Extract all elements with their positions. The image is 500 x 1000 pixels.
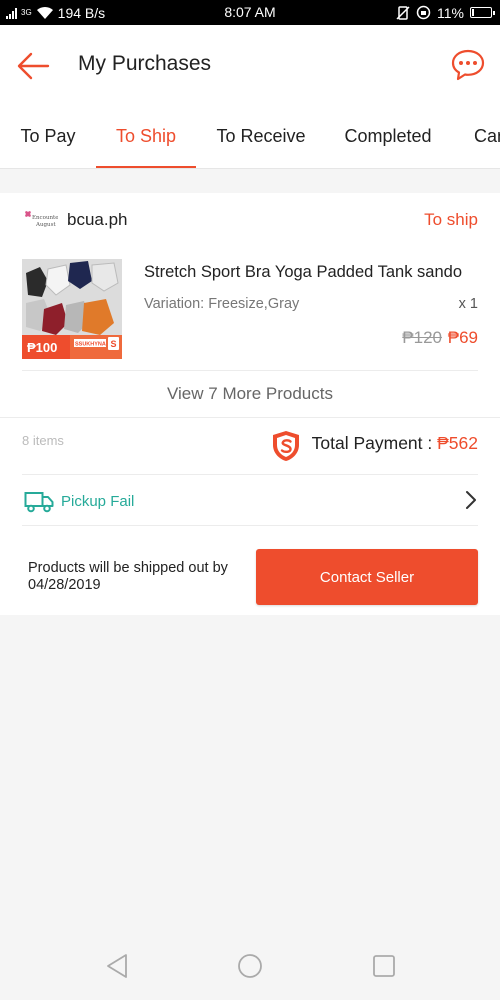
battery-icon [470, 7, 495, 18]
total-payment-amount: ₱562 [437, 433, 478, 453]
items-count: 8 items [22, 433, 64, 448]
total-payment-label: Total Payment : [311, 433, 438, 453]
price-current: ₱69 [447, 328, 478, 347]
shop-logo-line2: August [35, 222, 56, 228]
rotation-lock-icon [416, 5, 431, 20]
back-arrow-icon[interactable] [16, 48, 52, 84]
tab-cancelled[interactable]: Cancelled [474, 105, 500, 168]
status-bar: 3G 194 B/s 8:07 AM 11% [0, 0, 500, 25]
order-card[interactable]: Encounter August bcua.ph To ship ₱100 SS… [0, 193, 500, 615]
total-payment: Total Payment : ₱562 [312, 433, 478, 454]
page-title: My Purchases [78, 52, 212, 75]
shop-logo: Encounter August [25, 211, 58, 228]
product-photo: ₱100 SSUKHYNA S [22, 259, 122, 359]
thumb-badge-code: SSUKHYNA [75, 342, 106, 348]
order-status-label: To ship [424, 210, 478, 229]
nav-home-icon[interactable] [236, 952, 264, 980]
tab-completed[interactable]: Completed [334, 105, 442, 168]
ship-by-note: Products will be shipped out by 04/28/20… [28, 560, 228, 593]
vibrate-icon [396, 5, 410, 20]
shop-name[interactable]: bcua.ph [67, 210, 128, 230]
truck-icon [24, 492, 54, 513]
shipping-status-text: Pickup Fail [61, 493, 135, 510]
view-more-products-button[interactable]: View 7 More Products [0, 371, 500, 417]
price-original: ₱120 [402, 328, 442, 347]
chevron-right-icon [466, 491, 476, 509]
shop-logo-line1: Encounter [32, 215, 58, 221]
product-image[interactable]: ₱100 SSUKHYNA S [22, 259, 122, 359]
battery-percent: 11% [437, 4, 464, 21]
product-variation: Variation: Freesize,Gray [144, 296, 300, 312]
status-right: 11% [396, 0, 495, 25]
thumb-shop-mark: S [111, 339, 117, 349]
system-nav-bar [0, 930, 500, 1000]
nav-recents-icon[interactable] [370, 952, 398, 980]
thumb-badge-price: ₱100 [27, 340, 57, 355]
app-header: My Purchases [0, 25, 500, 105]
shipping-status-row[interactable]: Pickup Fail [0, 475, 500, 525]
contact-seller-button[interactable]: Contact Seller [256, 549, 478, 605]
shopee-guarantee-shield-icon [273, 431, 299, 461]
tab-to-receive[interactable]: To Receive [208, 105, 314, 168]
chat-icon[interactable] [450, 47, 486, 83]
divider [0, 417, 500, 418]
tab-to-pay[interactable]: To Pay [8, 105, 88, 168]
product-quantity: x 1 [458, 296, 478, 312]
tab-to-ship[interactable]: To Ship [96, 105, 196, 168]
order-tabs: To Pay To Ship To Receive Completed Canc… [0, 105, 500, 169]
divider [22, 525, 478, 526]
nav-back-icon[interactable] [104, 952, 132, 980]
product-name[interactable]: Stretch Sport Bra Yoga Padded Tank sando [144, 263, 474, 282]
